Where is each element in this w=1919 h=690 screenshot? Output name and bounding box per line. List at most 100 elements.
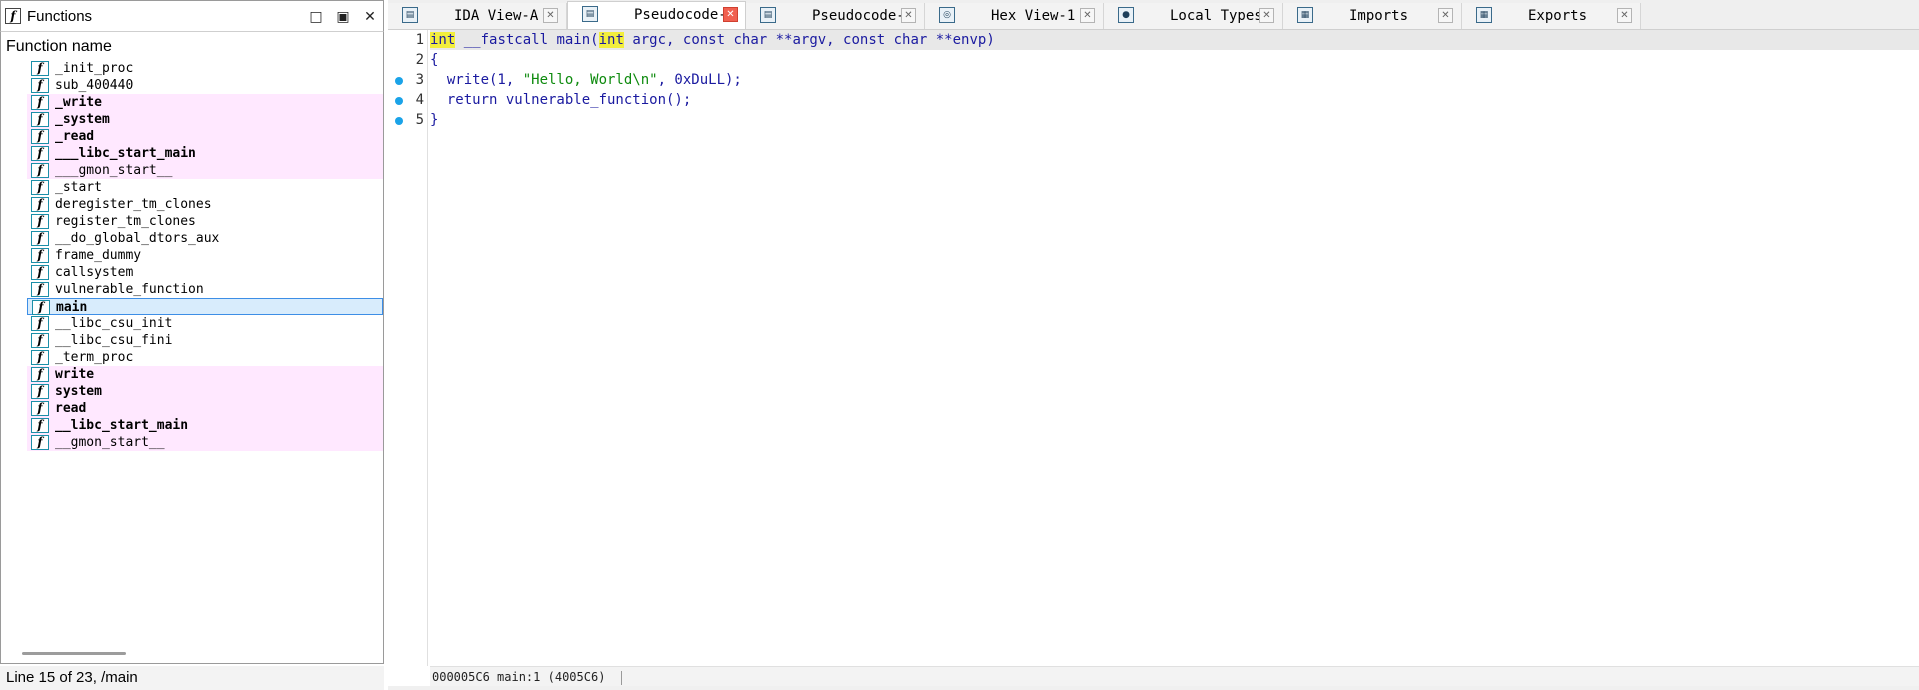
breakpoint-dot-icon[interactable] (395, 117, 403, 125)
tab-close-icon[interactable]: ✕ (901, 8, 916, 23)
tab-label: Pseudocode-A (812, 8, 914, 24)
tab-pseudocode-a[interactable]: ▤ Pseudocode-A ✕ (746, 3, 925, 29)
code-line-4[interactable]: return vulnerable_function(); (430, 90, 691, 110)
tab-label: Imports (1349, 8, 1409, 24)
function-row[interactable]: f __libc_csu_fini (27, 332, 383, 349)
function-name: _start (55, 180, 102, 195)
function-icon: f (31, 435, 49, 450)
function-row[interactable]: f _write (27, 94, 383, 111)
tab-hex-view-1[interactable]: ◎ Hex View-1 ✕ (925, 3, 1104, 29)
address-readout: 000005C6 (432, 670, 490, 684)
column-header-function-name[interactable]: Function name (1, 36, 383, 58)
tab-close-icon[interactable]: ✕ (1259, 8, 1274, 23)
function-icon: f (31, 231, 49, 246)
function-name: read (55, 401, 87, 416)
function-row[interactable]: f _start (27, 179, 383, 196)
function-icon: f (31, 214, 49, 229)
function-row[interactable]: f _system (27, 111, 383, 128)
line-number: 2 (415, 52, 424, 68)
function-icon: f (31, 401, 49, 416)
function-row[interactable]: f _term_proc (27, 349, 383, 366)
code-line-2[interactable]: { (430, 50, 438, 70)
function-row[interactable]: f system (27, 383, 383, 400)
function-name: frame_dummy (55, 248, 142, 263)
tab-pseudocode-b[interactable]: ▤ Pseudocode-B ✕ (567, 1, 746, 29)
functions-status-bar: Line 15 of 23, /main (0, 666, 384, 690)
function-name: __libc_csu_fini (55, 333, 173, 348)
panel-title: Functions (27, 8, 93, 25)
code-text: , 0xDuLL); (657, 72, 742, 88)
function-name: system (55, 384, 102, 399)
function-icon: f (31, 78, 49, 93)
function-name: write (55, 367, 95, 382)
function-row[interactable]: f vulnerable_function (27, 281, 383, 298)
function-row[interactable]: f callsystem (27, 264, 383, 281)
location-readout: main:1 (497, 670, 541, 684)
function-row[interactable]: f register_tm_clones (27, 213, 383, 230)
function-name: __libc_csu_init (55, 316, 173, 331)
function-icon: f (31, 384, 49, 399)
function-icon: f (31, 95, 49, 110)
tab-local-types[interactable]: ● Local Types ✕ (1104, 3, 1283, 29)
breakpoint-dot-icon[interactable] (395, 97, 403, 105)
function-row[interactable]: f frame_dummy (27, 247, 383, 264)
tab-label: Pseudocode-B (634, 7, 736, 23)
code-line-5[interactable]: } (430, 110, 438, 130)
function-list[interactable]: f _init_proc f sub_400440 f _write f _system f _r… (1, 60, 383, 460)
horizontal-scrollbar[interactable] (22, 652, 126, 655)
line-number-gutter: 1 2 3 4 5 (388, 30, 428, 666)
tab-close-icon[interactable]: ✕ (543, 8, 558, 23)
function-name: _term_proc (55, 350, 134, 365)
function-row[interactable]: f read (27, 400, 383, 417)
function-icon: f (31, 316, 49, 331)
function-icon: f (31, 61, 49, 76)
function-row[interactable]: f __libc_start_main (27, 417, 383, 434)
tab-ida-view-a[interactable]: ▤ IDA View-A ✕ (388, 3, 567, 29)
functions-panel: f Functions □ ▣ ✕ Function name f _init_p… (0, 0, 384, 690)
pseudocode-view[interactable]: int __fastcall main(int argc, const char… (430, 30, 1919, 666)
tab-close-icon[interactable]: ✕ (723, 7, 738, 22)
tab-imports[interactable]: ▦ Imports ✕ (1283, 3, 1462, 29)
tab-close-icon[interactable]: ✕ (1617, 8, 1632, 23)
close-panel-button[interactable]: ✕ (360, 7, 380, 27)
line-number: 5 (415, 112, 424, 128)
tab-exports[interactable]: ▦ Exports ✕ (1462, 3, 1641, 29)
pseudocode-icon: ▤ (760, 7, 776, 23)
code-line-3[interactable]: write(1, "Hello, World\n", 0xDuLL); (430, 70, 742, 90)
imports-icon: ▦ (1297, 7, 1313, 23)
function-row[interactable]: f __do_global_dtors_aux (27, 230, 383, 247)
tab-close-icon[interactable]: ✕ (1080, 8, 1095, 23)
tab-close-icon[interactable]: ✕ (1438, 8, 1453, 23)
keyword-int[interactable]: int (598, 32, 624, 48)
function-row[interactable]: f _read (27, 128, 383, 145)
function-name: ___libc_start_main (55, 146, 196, 161)
function-row[interactable]: f ___libc_start_main (27, 145, 383, 162)
function-icon: f (31, 248, 49, 263)
pseudocode-status-bar: 000005C6 main:1 (4005C6) (430, 666, 1919, 686)
breakpoint-dot-icon[interactable] (395, 77, 403, 85)
tab-label: Local Types (1170, 8, 1263, 24)
function-row[interactable]: f write (27, 366, 383, 383)
function-icon: f (31, 282, 49, 297)
function-icon: f (31, 197, 49, 212)
function-row[interactable]: f ___gmon_start__ (27, 162, 383, 179)
function-icon: f (32, 300, 50, 315)
hex-view-icon: ◎ (939, 7, 955, 23)
code-line-1[interactable]: int __fastcall main(int argc, const char… (430, 30, 995, 50)
function-name: _init_proc (55, 61, 134, 76)
function-row[interactable]: f deregister_tm_clones (27, 196, 383, 213)
function-icon: f (31, 129, 49, 144)
function-row[interactable]: f sub_400440 (27, 77, 383, 94)
function-row-selected[interactable]: f main (27, 298, 383, 315)
string-literal: "Hello, World\n" (522, 72, 658, 88)
maximize-button[interactable]: □ (306, 7, 326, 27)
function-name: ___gmon_start__ (55, 163, 173, 178)
function-row[interactable]: f __libc_csu_init (27, 315, 383, 332)
function-name: _read (55, 129, 95, 144)
function-icon: f (31, 418, 49, 433)
restore-button[interactable]: ▣ (333, 7, 353, 27)
keyword-int[interactable]: int (430, 32, 456, 48)
function-row[interactable]: f _init_proc (27, 60, 383, 77)
function-icon: f (31, 146, 49, 161)
function-row[interactable]: f __gmon_start__ (27, 434, 383, 451)
